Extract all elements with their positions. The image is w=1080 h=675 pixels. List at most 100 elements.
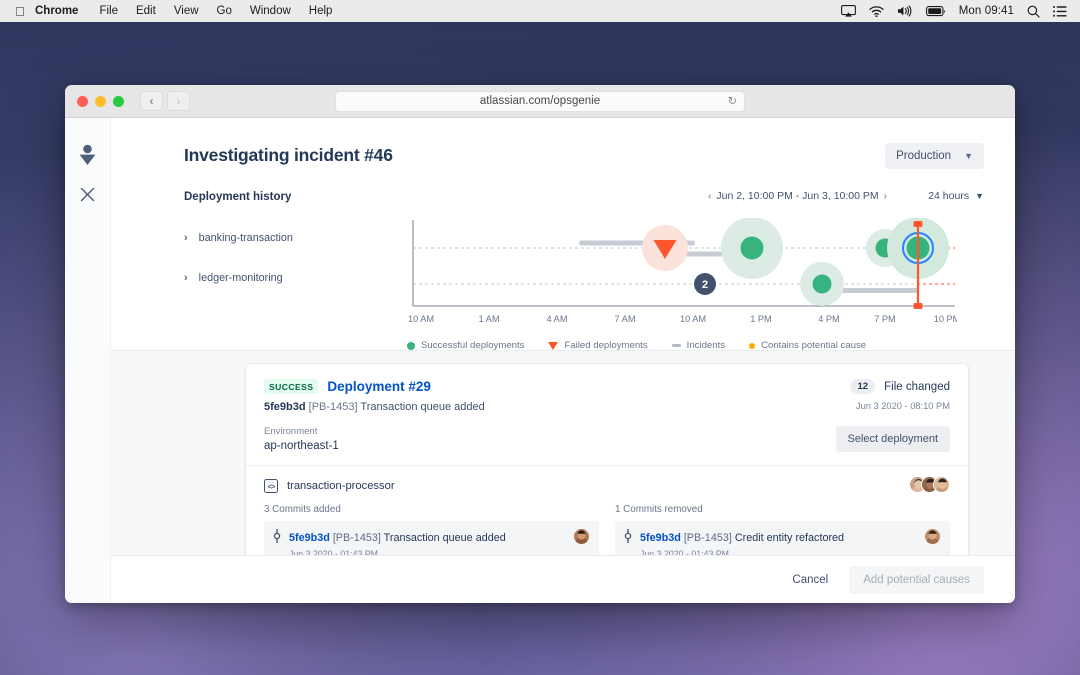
code-icon: <> bbox=[264, 479, 278, 493]
file-changed-count: 12 bbox=[850, 379, 876, 394]
svg-text:4 AM: 4 AM bbox=[547, 314, 568, 324]
page-title: Investigating incident #46 bbox=[184, 145, 393, 165]
orange-dot-icon bbox=[749, 342, 756, 349]
environment-value: Production bbox=[896, 150, 952, 162]
service-row-banking-transaction[interactable]: › banking-transaction bbox=[184, 232, 293, 244]
volume-icon[interactable] bbox=[897, 5, 913, 17]
menu-window[interactable]: Window bbox=[241, 0, 300, 22]
commits-added-heading: 3 Commits added bbox=[264, 504, 341, 515]
close-window-button[interactable] bbox=[77, 95, 88, 107]
svg-text:7 PM: 7 PM bbox=[874, 314, 895, 324]
avatar bbox=[574, 529, 589, 544]
commit-icon bbox=[273, 528, 281, 548]
service-name: ledger-monitoring bbox=[198, 272, 283, 284]
macos-menubar:  Chrome File Edit View Go Window Help M… bbox=[0, 0, 1080, 22]
environment-dropdown[interactable]: Production ▼ bbox=[885, 143, 984, 169]
commit-message: Credit entity refactored bbox=[734, 532, 845, 544]
legend-label: Successful deployments bbox=[421, 340, 525, 351]
commit-icon bbox=[624, 528, 632, 548]
green-dot-icon bbox=[407, 341, 415, 350]
forward-button[interactable]: › bbox=[167, 91, 190, 111]
incident-header-section: Investigating incident #46 Production ▼ … bbox=[111, 118, 1015, 351]
file-changed-info: 12 File changed bbox=[836, 379, 950, 394]
commits-removed-heading: 1 Commits removed bbox=[615, 504, 703, 515]
commit-text: 5fe9b3d [PB-1453] Transaction queue adde… bbox=[289, 532, 506, 544]
avatar bbox=[933, 476, 950, 493]
dialog-footer: Cancel Add potential causes bbox=[111, 555, 1015, 603]
commit-text: 5fe9b3d [PB-1453] Credit entity refactor… bbox=[640, 532, 844, 544]
address-bar[interactable]: atlassian.com/opsgenie ↻ bbox=[335, 90, 745, 112]
chevron-down-icon: ▼ bbox=[975, 191, 984, 201]
close-icon[interactable] bbox=[80, 187, 95, 202]
svg-text:2: 2 bbox=[702, 279, 708, 291]
cancel-button[interactable]: Cancel bbox=[780, 567, 840, 593]
select-deployment-button[interactable]: Select deployment bbox=[835, 426, 950, 452]
legend-label: Failed deployments bbox=[564, 340, 648, 351]
repository-line: <> transaction-processor bbox=[264, 479, 950, 493]
menu-help[interactable]: Help bbox=[300, 0, 342, 22]
legend-item-failed: Failed deployments bbox=[548, 340, 648, 351]
back-button[interactable]: ‹ bbox=[140, 91, 163, 111]
chevron-right-icon[interactable]: › bbox=[184, 232, 188, 244]
svg-text:1 PM: 1 PM bbox=[750, 314, 771, 324]
commit-ticket: [PB-1453] bbox=[308, 401, 358, 413]
battery-icon[interactable] bbox=[925, 5, 946, 17]
window-controls[interactable] bbox=[77, 95, 124, 107]
chart-legend: Successful deployments Failed deployment… bbox=[407, 340, 866, 351]
deployment-timestamp: Jun 3 2020 - 08:10 PM bbox=[855, 401, 950, 411]
chevron-right-icon[interactable]: › bbox=[184, 272, 188, 284]
chevron-right-icon[interactable]: › bbox=[884, 191, 887, 202]
chevron-left-icon[interactable]: ‹ bbox=[708, 191, 711, 202]
airplay-icon[interactable] bbox=[840, 5, 856, 17]
menu-file[interactable]: File bbox=[90, 0, 127, 22]
svg-text:7 AM: 7 AM bbox=[615, 314, 636, 324]
legend-item-potential-cause: Contains potential cause bbox=[749, 340, 866, 351]
svg-text:10 AM: 10 AM bbox=[408, 314, 434, 324]
time-range-dropdown[interactable]: 24 hours ▼ bbox=[928, 190, 984, 202]
deployment-title-link[interactable]: Deployment #29 bbox=[327, 379, 431, 394]
deployment-card-header: Success Deployment #29 5fe9b3d [PB-1453]… bbox=[246, 364, 968, 465]
date-range-nav[interactable]: ‹ Jun 2, 10:00 PM - Jun 3, 10:00 PM › bbox=[708, 190, 887, 202]
user-download-icon[interactable] bbox=[77, 144, 98, 166]
svg-text:1 AM: 1 AM bbox=[479, 314, 500, 324]
browser-window: ‹ › atlassian.com/opsgenie ↻ Investigati… bbox=[65, 85, 1015, 603]
wifi-icon[interactable] bbox=[869, 5, 884, 17]
legend-label: Contains potential cause bbox=[761, 340, 867, 351]
commit-sha[interactable]: 5fe9b3d bbox=[640, 532, 681, 544]
page-content: Investigating incident #46 Production ▼ … bbox=[65, 118, 1015, 603]
deployment-timeline-chart[interactable]: 2 10 AM 1 AM 4 AM 7 AM 10 AM 1 PM 4 PM 7… bbox=[407, 218, 957, 333]
svg-text:10 PM: 10 PM bbox=[934, 314, 957, 324]
legend-label: Incidents bbox=[686, 340, 726, 351]
svg-text:4 PM: 4 PM bbox=[818, 314, 839, 324]
legend-item-incidents: Incidents bbox=[671, 340, 726, 351]
commit-ticket: [PB-1453] bbox=[683, 532, 732, 544]
commit-sha[interactable]: 5fe9b3d bbox=[289, 532, 330, 544]
apple-icon[interactable]:  bbox=[9, 4, 31, 19]
red-triangle-icon bbox=[548, 341, 559, 350]
menubar-clock: Mon 09:41 bbox=[958, 5, 1014, 17]
search-icon[interactable] bbox=[1027, 5, 1040, 18]
maximize-window-button[interactable] bbox=[113, 95, 124, 107]
legend-item-successful: Successful deployments bbox=[407, 340, 524, 351]
deployment-history-label: Deployment history bbox=[184, 191, 292, 203]
menubar-app-name[interactable]: Chrome bbox=[31, 0, 90, 22]
commit-sha: 5fe9b3d bbox=[264, 401, 306, 413]
reload-icon[interactable]: ↻ bbox=[728, 95, 737, 108]
list-icon[interactable] bbox=[1053, 5, 1067, 17]
browser-titlebar: ‹ › atlassian.com/opsgenie ↻ bbox=[65, 85, 1015, 118]
add-potential-causes-button[interactable]: Add potential causes bbox=[849, 565, 984, 594]
commit-message: Transaction queue added bbox=[383, 532, 506, 544]
contributor-avatars[interactable] bbox=[909, 476, 950, 493]
status-badge: Success bbox=[264, 379, 319, 394]
menu-edit[interactable]: Edit bbox=[127, 0, 165, 22]
service-row-ledger-monitoring[interactable]: › ledger-monitoring bbox=[184, 272, 283, 284]
menu-go[interactable]: Go bbox=[208, 0, 241, 22]
url-text: atlassian.com/opsgenie bbox=[479, 95, 601, 107]
commit-message: Transaction queue added bbox=[360, 401, 485, 413]
minimize-window-button[interactable] bbox=[95, 95, 106, 107]
deployment-card: Success Deployment #29 5fe9b3d [PB-1453]… bbox=[246, 364, 968, 586]
commit-ticket: [PB-1453] bbox=[332, 532, 381, 544]
menu-view[interactable]: View bbox=[165, 0, 208, 22]
repository-name: transaction-processor bbox=[287, 480, 395, 492]
chevron-down-icon: ▼ bbox=[964, 151, 973, 161]
